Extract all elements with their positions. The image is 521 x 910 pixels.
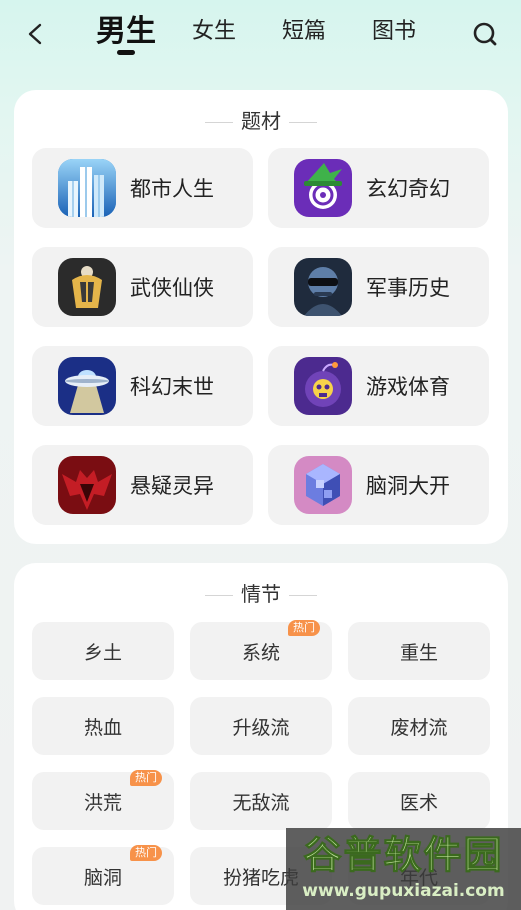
search-icon bbox=[473, 22, 497, 46]
plot-section-title: 情节 bbox=[241, 582, 281, 606]
divider bbox=[289, 122, 317, 123]
search-button[interactable] bbox=[467, 14, 503, 54]
tag-label: 无敌流 bbox=[232, 791, 290, 814]
genre-item-gaming-sports[interactable]: 游戏体育 bbox=[268, 346, 489, 426]
genre-label: 武侠仙侠 bbox=[130, 276, 214, 300]
watermark-title: 谷普软件园 bbox=[303, 833, 504, 878]
genre-section-header: 题材 bbox=[14, 108, 508, 134]
tab-female[interactable]: 女生 bbox=[192, 14, 236, 50]
genre-label: 军事历史 bbox=[366, 276, 450, 300]
genre-item-urban[interactable]: 都市人生 bbox=[32, 148, 253, 228]
hot-badge: 热门 bbox=[130, 770, 162, 786]
divider bbox=[205, 122, 233, 123]
tag-label: 废材流 bbox=[390, 716, 448, 739]
genre-item-fantasy[interactable]: 玄幻奇幻 bbox=[268, 148, 489, 228]
genre-item-imaginative[interactable]: 脑洞大开 bbox=[268, 445, 489, 525]
tag-label: 热血 bbox=[83, 716, 122, 739]
city-skyscraper-icon bbox=[58, 159, 116, 217]
tag-label: 乡土 bbox=[83, 641, 122, 664]
tag-label: 重生 bbox=[399, 641, 438, 664]
genre-item-military[interactable]: 军事历史 bbox=[268, 247, 489, 327]
tag-rebirth[interactable]: 重生 bbox=[348, 622, 490, 680]
genre-label: 脑洞大开 bbox=[366, 474, 450, 498]
tag-label: 脑洞 bbox=[83, 866, 122, 889]
tag-label: 洪荒 bbox=[83, 791, 122, 814]
genre-label: 悬疑灵异 bbox=[130, 474, 214, 498]
divider bbox=[205, 595, 233, 596]
divider bbox=[289, 595, 317, 596]
tab-male[interactable]: 男生 bbox=[96, 14, 156, 50]
tag-leveling[interactable]: 升级流 bbox=[190, 697, 332, 755]
soldier-icon bbox=[294, 258, 352, 316]
tag-rural[interactable]: 乡土 bbox=[32, 622, 174, 680]
tag-invincible[interactable]: 无敌流 bbox=[190, 772, 332, 830]
tag-label: 升级流 bbox=[232, 716, 290, 739]
genre-label: 游戏体育 bbox=[366, 375, 450, 399]
top-navigation: 男生 女生 短篇 图书 bbox=[0, 0, 521, 70]
tag-medicine[interactable]: 医术 bbox=[348, 772, 490, 830]
tag-label: 系统 bbox=[241, 641, 280, 664]
tag-primordial[interactable]: 洪荒 热门 bbox=[32, 770, 174, 830]
tab-books[interactable]: 图书 bbox=[372, 14, 416, 50]
tag-brainstorm[interactable]: 脑洞 热门 bbox=[32, 845, 174, 905]
genre-label: 都市人生 bbox=[130, 177, 214, 201]
wizard-hat-icon bbox=[294, 159, 352, 217]
ufo-icon bbox=[58, 357, 116, 415]
genre-item-wuxia[interactable]: 武侠仙侠 bbox=[32, 247, 253, 327]
tag-system[interactable]: 系统 热门 bbox=[190, 620, 332, 680]
watermark-url: www.gupuxiazai.com bbox=[302, 881, 505, 901]
plot-section-header: 情节 bbox=[14, 581, 508, 607]
genre-section-title: 题材 bbox=[241, 109, 281, 133]
hot-badge: 热门 bbox=[288, 620, 320, 636]
back-arrow-icon bbox=[28, 23, 42, 45]
bat-demon-icon bbox=[58, 456, 116, 514]
swordsman-icon bbox=[58, 258, 116, 316]
tag-passion[interactable]: 热血 bbox=[32, 697, 174, 755]
genre-label: 玄幻奇幻 bbox=[366, 177, 450, 201]
hot-badge: 热门 bbox=[130, 845, 162, 861]
tag-underdog[interactable]: 废材流 bbox=[348, 697, 490, 755]
back-button[interactable] bbox=[18, 14, 54, 54]
skull-bomb-icon bbox=[294, 357, 352, 415]
genre-item-mystery[interactable]: 悬疑灵异 bbox=[32, 445, 253, 525]
tag-label: 医术 bbox=[399, 791, 438, 814]
genre-card: 题材 都市人生 玄幻奇幻 武侠仙侠 军事历史 科幻末世 游戏体育 悬疑灵异 脑洞… bbox=[14, 90, 508, 544]
genre-label: 科幻末世 bbox=[130, 375, 214, 399]
tab-short-stories[interactable]: 短篇 bbox=[282, 14, 326, 50]
active-tab-indicator bbox=[117, 50, 135, 55]
watermark-logo: 谷普软件园 www.gupuxiazai.com bbox=[286, 828, 521, 910]
genre-item-scifi[interactable]: 科幻末世 bbox=[32, 346, 253, 426]
cube-icon bbox=[294, 456, 352, 514]
